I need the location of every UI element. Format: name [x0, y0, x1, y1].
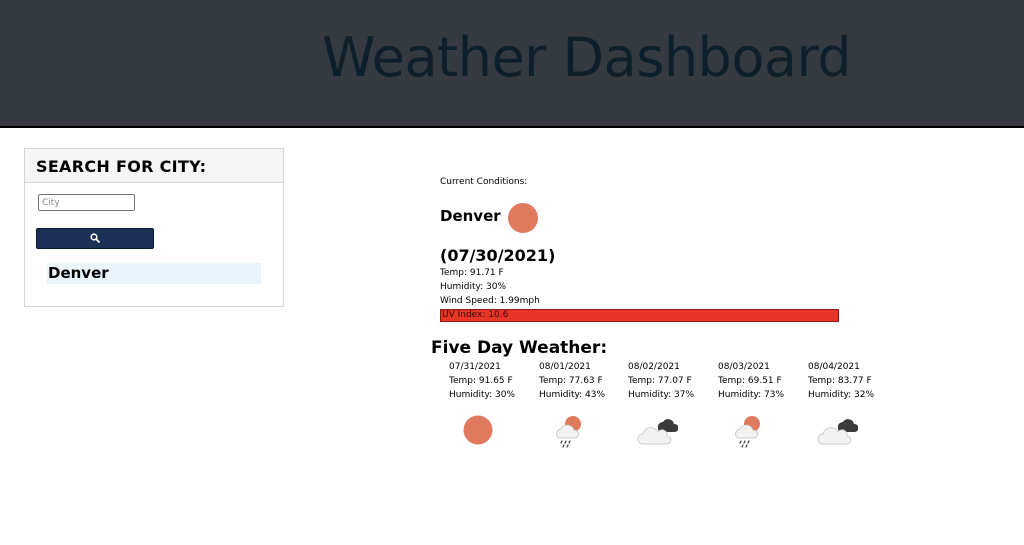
current-humidity: Humidity: 30%	[440, 282, 507, 292]
search-panel: SEARCH FOR CITY: Denver	[24, 148, 284, 307]
forecast-humidity: Humidity: 32%	[808, 390, 875, 400]
search-button[interactable]	[36, 228, 154, 249]
forecast-temp: Temp: 77.63 F	[539, 376, 603, 386]
forecast-temp: Temp: 83.77 F	[808, 376, 872, 386]
forecast-day: 08/03/2021 Temp: 69.51 F Humidity: 73%	[718, 360, 808, 448]
sun-icon	[508, 203, 538, 233]
forecast-humidity: Humidity: 43%	[539, 390, 606, 400]
current-conditions-label: Current Conditions:	[440, 177, 528, 187]
page-header: Weather Dashboard	[0, 0, 1024, 128]
forecast-date: 08/03/2021	[718, 362, 770, 372]
search-panel-title: SEARCH FOR CITY:	[25, 149, 283, 183]
forecast-day: 08/04/2021 Temp: 83.77 F Humidity: 32%	[808, 360, 898, 445]
search-icon	[90, 233, 100, 243]
forecast-temp: Temp: 69.51 F	[718, 376, 782, 386]
rain-sun-icon	[735, 416, 760, 448]
current-temp: Temp: 91.71 F	[440, 268, 504, 278]
forecast-humidity: Humidity: 30%	[449, 390, 516, 400]
forecast-temp: Temp: 91.65 F	[449, 376, 513, 386]
sun-icon	[463, 415, 493, 445]
forecast-humidity: Humidity: 73%	[718, 390, 785, 400]
forecast-date: 07/31/2021	[449, 362, 501, 372]
forecast-temp: Temp: 77.07 F	[628, 376, 692, 386]
cloudy-icon	[637, 419, 678, 445]
forecast-title: Five Day Weather:	[431, 338, 608, 358]
uv-index-bar: UV Index: 10.6	[440, 309, 839, 322]
forecast-day: 07/31/2021 Temp: 91.65 F Humidity: 30%	[449, 360, 539, 445]
rain-sun-icon	[556, 416, 581, 448]
forecast-humidity: Humidity: 37%	[628, 390, 695, 400]
forecast-date: 08/01/2021	[539, 362, 591, 372]
forecast-day: 08/02/2021 Temp: 77.07 F Humidity: 37%	[628, 360, 718, 445]
city-input[interactable]	[38, 194, 135, 211]
forecast-date: 08/02/2021	[628, 362, 680, 372]
current-date: (07/30/2021)	[440, 246, 556, 265]
cloudy-icon	[817, 419, 858, 445]
forecast-date: 08/04/2021	[808, 362, 860, 372]
current-wind: Wind Speed: 1.99mph	[440, 296, 540, 306]
current-city: Denver	[440, 207, 501, 225]
history-item-denver[interactable]: Denver	[47, 263, 261, 284]
page-title: Weather Dashboard	[322, 26, 852, 89]
forecast-day: 08/01/2021 Temp: 77.63 F Humidity: 43%	[539, 360, 629, 448]
